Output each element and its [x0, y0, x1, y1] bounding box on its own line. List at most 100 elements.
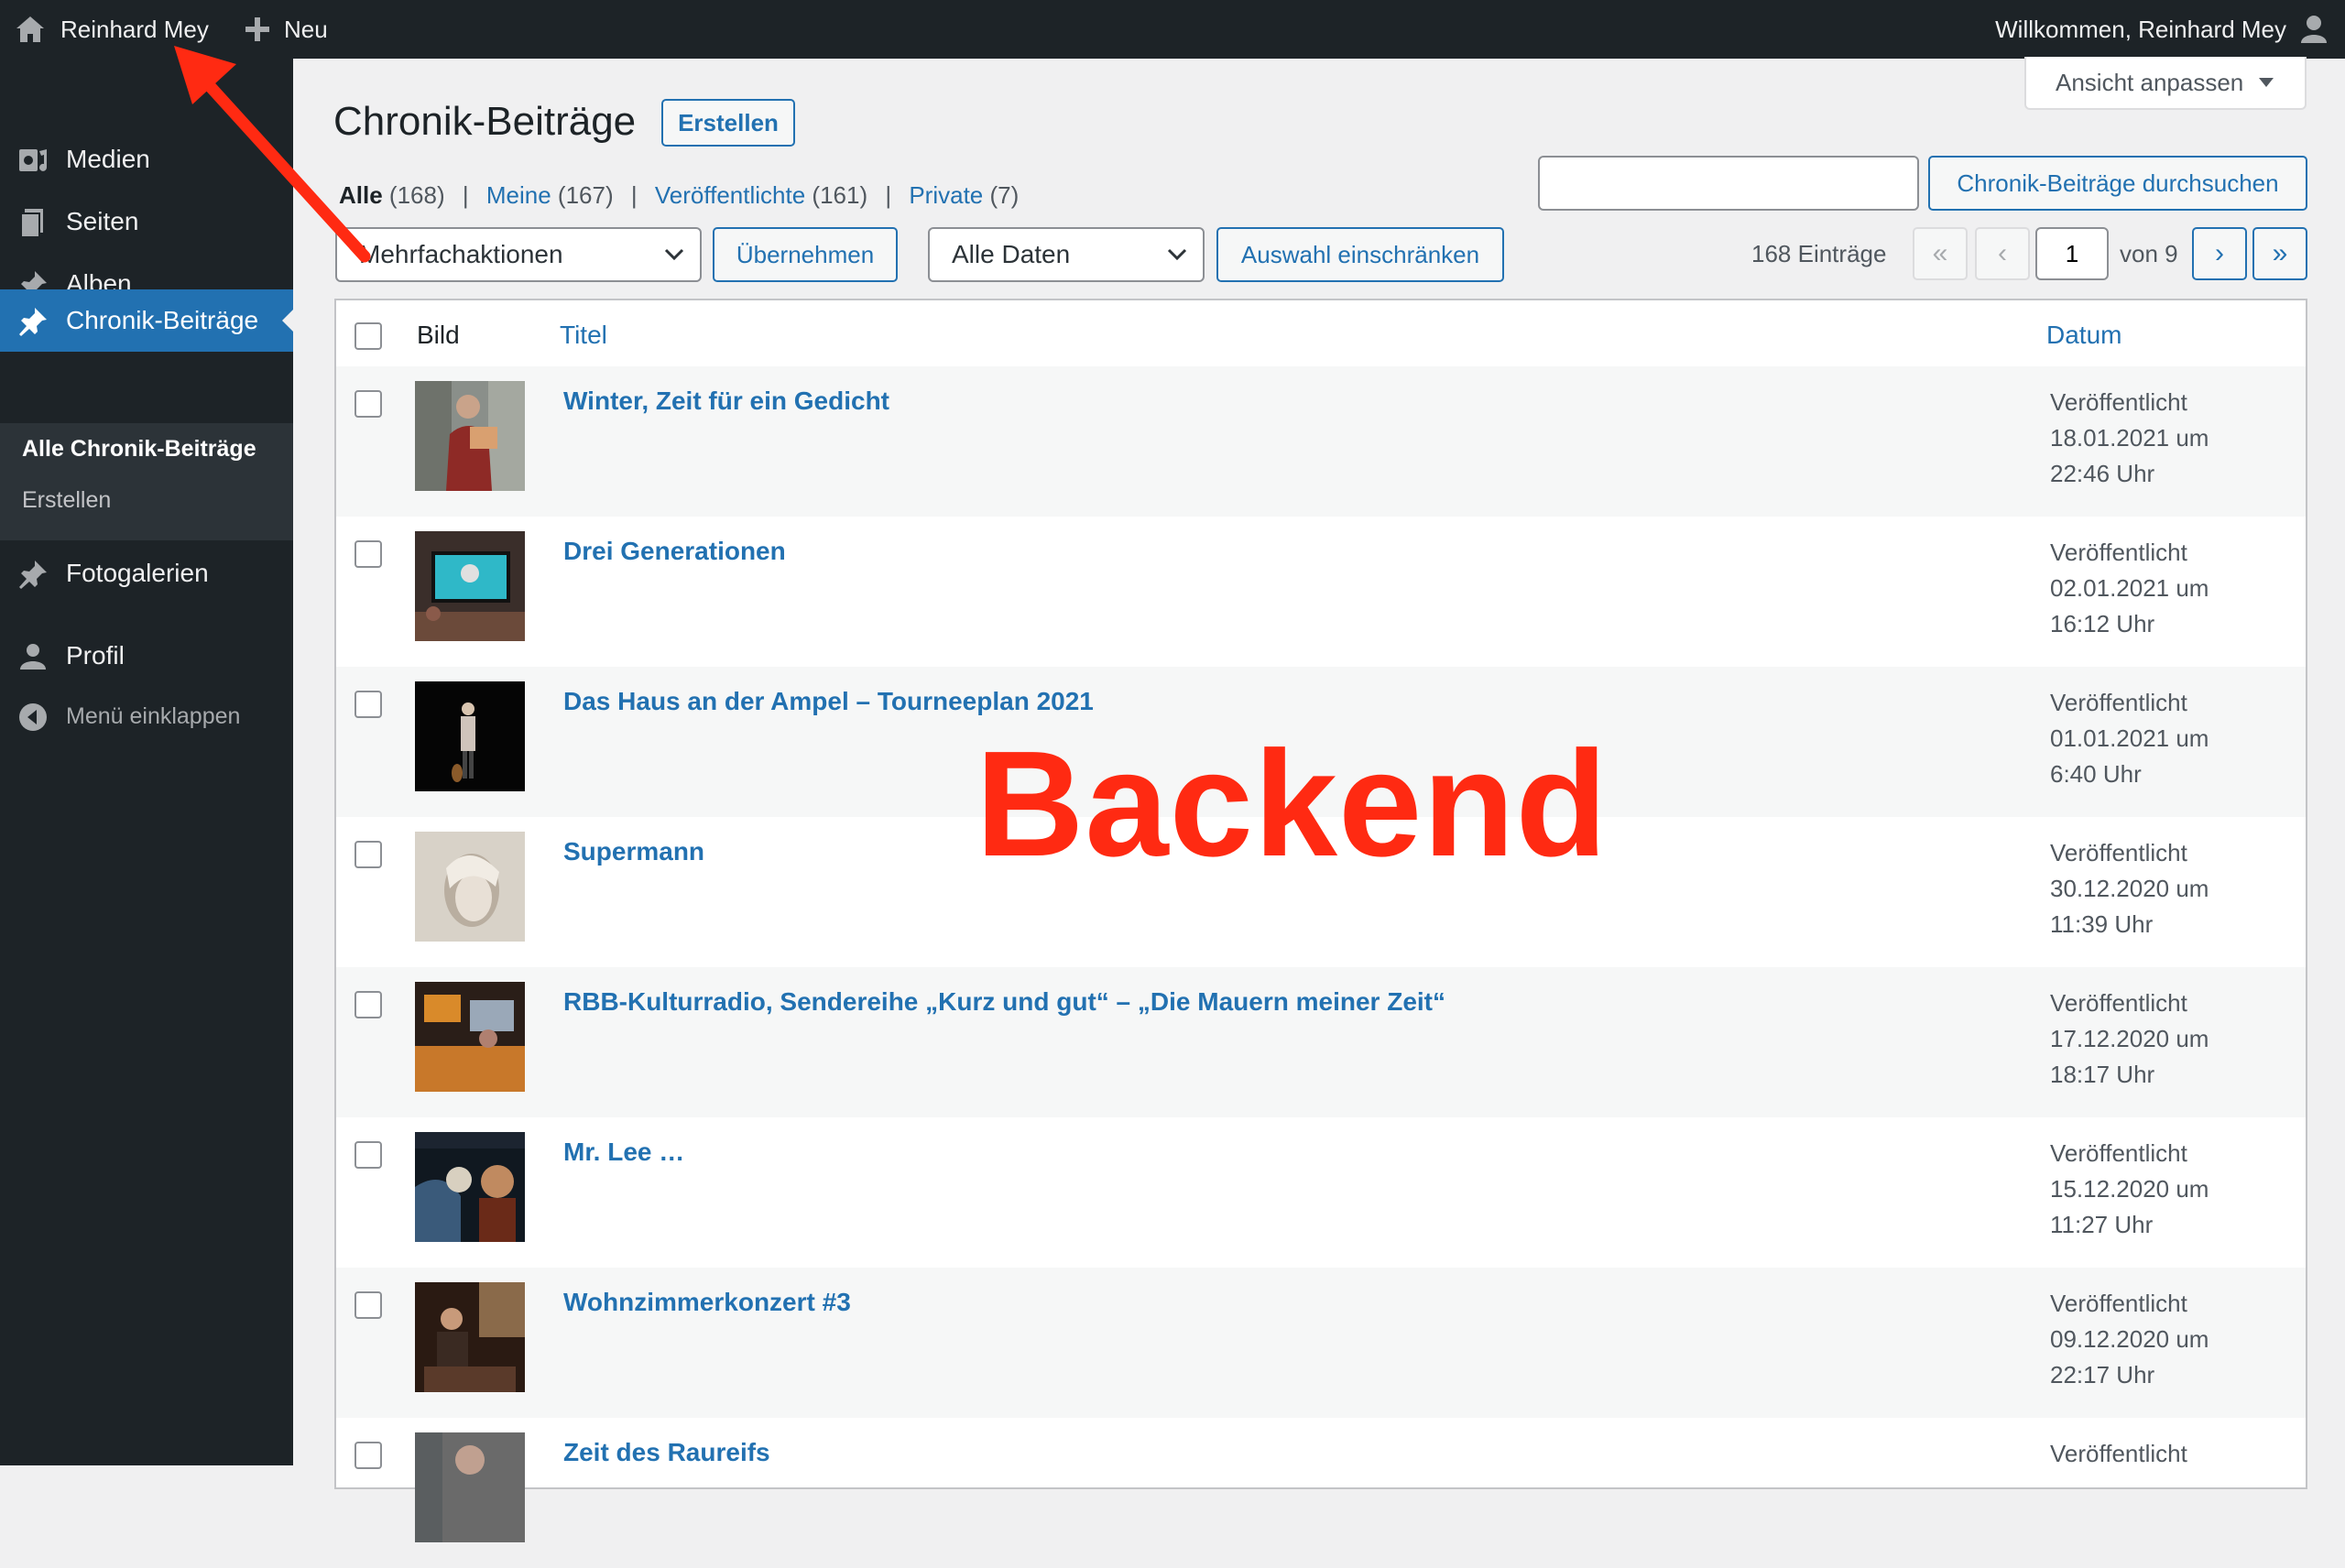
screen-options-button[interactable]: Ansicht anpassen [2024, 57, 2307, 110]
post-thumbnail[interactable] [415, 1132, 525, 1242]
view-separator: | [885, 181, 892, 209]
post-thumbnail[interactable] [415, 832, 525, 942]
table-row: Zeit des Raureifs Veröffentlicht [336, 1418, 2306, 1568]
backend-annotation-label: Backend [976, 720, 1609, 887]
menu-label: Medien [66, 145, 150, 173]
row-checkbox[interactable] [354, 540, 382, 568]
menu-label: Fotogalerien [66, 559, 209, 587]
view-published[interactable]: Veröffentlichte (161) [655, 181, 867, 209]
post-thumbnail[interactable] [415, 681, 525, 791]
select-all-checkbox[interactable] [354, 322, 382, 350]
table-row: Drei Generationen Veröffentlicht 02.01.2… [336, 517, 2306, 667]
post-date: Veröffentlicht 17.12.2020 um 18:17 Uhr [2050, 989, 2209, 1088]
red-arrow-annotation [174, 46, 371, 263]
prev-page-button[interactable]: ‹ [1975, 227, 2030, 280]
post-date: Veröffentlicht 18.01.2021 um 22:46 Uhr [2050, 388, 2209, 487]
chevron-down-icon [664, 248, 684, 261]
collapse-icon [19, 703, 47, 731]
post-thumbnail[interactable] [415, 982, 525, 1092]
row-checkbox[interactable] [354, 691, 382, 718]
post-title-link[interactable]: Mr. Lee … [563, 1138, 684, 1167]
row-checkbox[interactable] [354, 991, 382, 1018]
post-date: Veröffentlicht [2050, 1440, 2187, 1467]
chevron-down-icon [1167, 248, 1187, 261]
menu-item-chronik[interactable]: Chronik-Beiträge [0, 289, 293, 352]
collapse-label: Menü einklappen [66, 702, 241, 729]
post-title-link[interactable]: Supermann [563, 837, 704, 866]
user-icon [20, 644, 46, 670]
caret-down-icon [2259, 78, 2274, 87]
home-icon [16, 16, 44, 42]
submenu: Alle Chronik-Beiträge Erstellen [0, 423, 293, 540]
table-header: Bild Titel Datum [336, 300, 2306, 368]
last-page-button[interactable]: » [2252, 227, 2307, 280]
filter-button[interactable]: Auswahl einschränken [1216, 227, 1504, 282]
column-image-header: Bild [417, 321, 460, 349]
posts-table: Bild Titel Datum Winter, Zeit für ein Ge… [334, 299, 2307, 1542]
post-date: Veröffentlicht 09.12.2020 um 22:17 Uhr [2050, 1290, 2209, 1388]
submenu-add-new[interactable]: Erstellen [22, 487, 111, 514]
row-checkbox[interactable] [354, 1141, 382, 1169]
menu-label: Chronik-Beiträge [66, 306, 259, 334]
post-thumbnail[interactable] [415, 1282, 525, 1392]
menu-label: Seiten [66, 207, 139, 235]
view-separator: | [462, 181, 469, 209]
pages-icon [20, 209, 43, 238]
column-date-header[interactable]: Datum [2046, 321, 2121, 350]
post-thumbnail[interactable] [415, 531, 525, 641]
menu-item-galleries[interactable]: Fotogalerien [0, 542, 293, 604]
page-total: von 9 [2120, 240, 2178, 267]
pin-icon [19, 308, 47, 336]
post-date: Veröffentlicht 30.12.2020 um 11:39 Uhr [2050, 839, 2209, 938]
items-count: 168 Einträge [1751, 240, 1887, 267]
post-title-link[interactable]: Winter, Zeit für ein Gedicht [563, 387, 889, 416]
row-checkbox[interactable] [354, 1291, 382, 1319]
view-filters: Alle (168) | Meine (167) | Veröffentlich… [339, 181, 1019, 210]
search-input[interactable] [1538, 156, 1919, 211]
filter-label: Auswahl einschränken [1240, 240, 1480, 268]
view-mine[interactable]: Meine (167) [486, 181, 614, 209]
add-new-button[interactable]: Erstellen [661, 99, 795, 147]
first-page-button[interactable]: « [1913, 227, 1968, 280]
post-thumbnail[interactable] [415, 1432, 525, 1542]
table-row: RBB-Kulturradio, Sendereihe „Kurz und gu… [336, 967, 2306, 1117]
bulk-actions-value: Mehrfachaktionen [359, 240, 563, 268]
apply-label: Übernehmen [736, 240, 875, 268]
post-title-link[interactable]: RBB-Kulturradio, Sendereihe „Kurz und gu… [563, 987, 1445, 1017]
greeting: Willkommen, Reinhard Mey [1995, 15, 2286, 43]
row-checkbox[interactable] [354, 841, 382, 868]
search-button[interactable]: Chronik-Beiträge durchsuchen [1928, 156, 2307, 211]
row-checkbox[interactable] [354, 390, 382, 418]
post-title-link[interactable]: Drei Generationen [563, 537, 786, 566]
bulk-actions-select[interactable]: Mehrfachaktionen [335, 227, 702, 282]
collapse-menu-button[interactable]: Menü einklappen [0, 685, 293, 747]
table-row: Wohnzimmerkonzert #3 Veröffentlicht 09.1… [336, 1268, 2306, 1418]
search-button-label: Chronik-Beiträge durchsuchen [1957, 169, 2279, 197]
apply-button[interactable]: Übernehmen [713, 227, 898, 282]
date-filter-select[interactable]: Alle Daten [928, 227, 1205, 282]
submenu-all-posts[interactable]: Alle Chronik-Beiträge [22, 436, 256, 463]
view-private[interactable]: Private (7) [909, 181, 1019, 209]
table-row: Winter, Zeit für ein Gedicht Veröffentli… [336, 366, 2306, 517]
menu-item-profile[interactable]: Profil [0, 625, 293, 687]
post-title-link[interactable]: Wohnzimmerkonzert #3 [563, 1288, 851, 1317]
column-title-header[interactable]: Titel [560, 321, 607, 350]
screen-options-label: Ansicht anpassen [2056, 68, 2244, 96]
post-title-link[interactable]: Zeit des Raureifs [563, 1438, 770, 1467]
menu-label: Profil [66, 641, 125, 670]
post-thumbnail[interactable] [415, 381, 525, 491]
post-date: Veröffentlicht 01.01.2021 um 6:40 Uhr [2050, 689, 2209, 788]
account-menu[interactable]: Willkommen, Reinhard Mey [1995, 0, 2329, 59]
post-date: Veröffentlicht 15.12.2020 um 11:27 Uhr [2050, 1139, 2209, 1238]
table-row: Mr. Lee … Veröffentlicht 15.12.2020 um 1… [336, 1117, 2306, 1268]
avatar-icon [2301, 16, 2327, 43]
add-new-label: Erstellen [678, 108, 779, 136]
next-page-button[interactable]: › [2192, 227, 2247, 280]
post-title-link[interactable]: Das Haus an der Ampel – Tourneeplan 2021 [563, 687, 1094, 716]
date-filter-value: Alle Daten [952, 240, 1071, 268]
pin-icon [19, 561, 47, 589]
media-icon [19, 149, 47, 171]
post-date: Veröffentlicht 02.01.2021 um 16:12 Uhr [2050, 539, 2209, 637]
view-separator: | [630, 181, 638, 209]
current-page-input[interactable] [2035, 227, 2109, 280]
